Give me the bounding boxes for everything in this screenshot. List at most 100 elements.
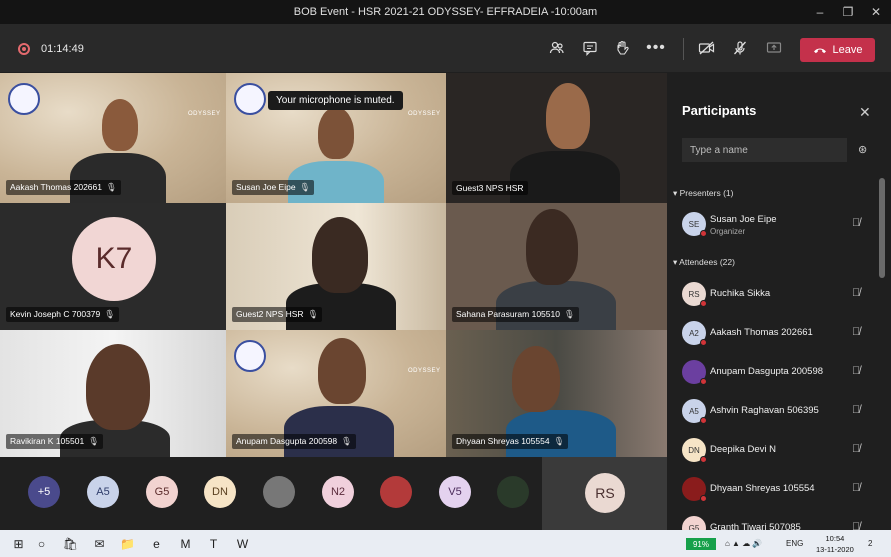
- taskbar-clock[interactable]: 10:54 13-11-2020: [816, 533, 854, 555]
- participants-button[interactable]: [545, 36, 569, 60]
- phone-hangup-icon: [813, 48, 826, 54]
- camera-toggle[interactable]: [695, 36, 719, 60]
- participant-figure: [510, 151, 620, 203]
- participant-row[interactable]: G5 Granth Tiwari 507085 🎙̸: [682, 513, 872, 530]
- tile-name-label: Susan Joe Eipe 🎙: [232, 180, 315, 195]
- teams-icon[interactable]: T: [205, 535, 222, 552]
- overflow-avatar[interactable]: DN: [204, 476, 236, 508]
- video-tile[interactable]: Sahana Parasuram 105510 🎙: [446, 203, 667, 330]
- status-busy-icon: [700, 495, 707, 502]
- participant-initials-avatar: K7: [72, 217, 156, 301]
- share-button[interactable]: [762, 36, 786, 60]
- search-options-icon[interactable]: ⊛: [858, 143, 867, 156]
- participant-face: [312, 217, 368, 293]
- participant-name: Granth Tiwari 507085: [710, 522, 801, 530]
- leave-button[interactable]: Leave: [800, 38, 875, 62]
- video-tile[interactable]: Guest2 NPS HSR 🎙: [226, 203, 446, 330]
- video-tile[interactable]: K7 Kevin Joseph C 700379 🎙: [0, 203, 226, 330]
- video-tile[interactable]: Dhyaan Shreyas 105554 🎙: [446, 330, 667, 457]
- store-icon[interactable]: 🛍: [62, 535, 79, 552]
- participant-row[interactable]: Anupam Dasgupta 200598 🎙̸: [682, 357, 872, 387]
- mcafee-icon[interactable]: M: [177, 535, 194, 552]
- overflow-avatar[interactable]: [380, 476, 412, 508]
- participant-name: Susan Joe Eipe: [710, 214, 777, 225]
- status-busy-icon: [700, 378, 707, 385]
- participant-face: [512, 346, 560, 412]
- participant-avatar: [682, 477, 707, 502]
- mic-off-icon: 🎙̸: [852, 217, 861, 229]
- overflow-avatar[interactable]: N2: [322, 476, 354, 508]
- tile-name-label: Sahana Parasuram 105510 🎙: [452, 307, 579, 322]
- participant-figure: [70, 153, 166, 203]
- tile-name-label: Kevin Joseph C 700379 🎙: [6, 307, 120, 322]
- participant-face: [86, 344, 150, 430]
- panel-close-icon[interactable]: ✕: [859, 104, 871, 121]
- overflow-avatar[interactable]: A5: [87, 476, 119, 508]
- mail-icon[interactable]: ✉: [91, 535, 108, 552]
- odyssey-watermark: ODYSSEY: [408, 368, 441, 374]
- raise-hand-button[interactable]: [610, 36, 634, 60]
- participant-row[interactable]: A5 Ashvin Raghavan 506395 🎙̸: [682, 396, 872, 426]
- mic-off-icon: 🎙̸: [852, 365, 861, 377]
- status-busy-icon: [700, 456, 707, 463]
- overflow-avatar[interactable]: V5: [439, 476, 471, 508]
- participant-avatar: [682, 360, 707, 385]
- school-logo: [234, 340, 266, 372]
- tile-name-label: Guest2 NPS HSR 🎙: [232, 307, 323, 322]
- clock-date: 13-11-2020: [816, 545, 854, 554]
- overflow-participants-strip: +5 A5 G5 DN N2 V5 RS: [0, 457, 667, 530]
- video-tile[interactable]: Guest3 NPS HSR: [446, 73, 667, 203]
- participant-name: Ashvin Raghavan 506395: [710, 405, 819, 416]
- folder-icon[interactable]: 📁: [119, 535, 136, 552]
- participant-name: Deepika Devi N: [710, 444, 776, 455]
- overflow-avatar[interactable]: G5: [146, 476, 178, 508]
- video-tile[interactable]: Ravikiran K 105501 🎙: [0, 330, 226, 457]
- participant-avatar: A2: [682, 321, 707, 346]
- close-button[interactable]: ✕: [860, 0, 891, 24]
- hand-icon: [617, 40, 629, 55]
- chat-button[interactable]: [578, 36, 602, 60]
- panel-scrollbar[interactable]: [879, 178, 885, 278]
- notification-badge[interactable]: 2: [868, 539, 872, 548]
- participant-name: Aakash Thomas 202661: [710, 327, 813, 338]
- participant-avatar: A5: [682, 399, 707, 424]
- participant-row[interactable]: SE Susan Joe Eipe Organizer 🎙̸: [682, 209, 872, 239]
- participant-face: [526, 209, 578, 285]
- start-button[interactable]: ⊞: [10, 535, 27, 552]
- tray-icons[interactable]: ⌂ ▲ ☁ 🔊: [725, 539, 762, 548]
- participant-name: Dhyaan Shreyas 105554: [710, 483, 815, 494]
- participant-figure: [284, 406, 394, 457]
- panel-title: Participants: [682, 103, 757, 118]
- leave-label: Leave: [832, 44, 863, 56]
- video-tile[interactable]: ODYSSEY Anupam Dasgupta 200598 🎙: [226, 330, 446, 457]
- meeting-toolbar: 01:14:49 ••• Leave: [0, 24, 891, 72]
- attendees-section-header[interactable]: ▾ Attendees (22): [673, 257, 735, 268]
- battery-indicator[interactable]: 91%: [686, 538, 716, 550]
- presenters-section-header[interactable]: ▾ Presenters (1): [673, 188, 734, 199]
- language-indicator[interactable]: ENG: [786, 539, 803, 548]
- overflow-avatar[interactable]: +5: [28, 476, 60, 508]
- status-busy-icon: [700, 417, 707, 424]
- mic-toggle[interactable]: [728, 36, 752, 60]
- tile-name-label: Ravikiran K 105501 🎙: [6, 434, 103, 449]
- participant-row[interactable]: RS Ruchika Sikka 🎙̸: [682, 279, 872, 309]
- word-icon[interactable]: W: [234, 535, 251, 552]
- mic-off-icon: 🎙̸: [852, 443, 861, 455]
- video-tile[interactable]: ODYSSEY Aakash Thomas 202661 🎙: [0, 73, 226, 203]
- overflow-avatar[interactable]: [263, 476, 295, 508]
- school-logo: [234, 83, 266, 115]
- windows-taskbar: ⊞ ○ 🛍 ✉ 📁 e M T W 91% ⌂ ▲ ☁ 🔊 ENG 10:54 …: [0, 530, 891, 557]
- self-video-tile[interactable]: RS: [542, 457, 667, 530]
- participant-search-input[interactable]: [682, 138, 847, 162]
- status-busy-icon: [700, 339, 707, 346]
- mic-muted-toast: Your microphone is muted.: [268, 91, 403, 110]
- participant-row[interactable]: Dhyaan Shreyas 105554 🎙̸: [682, 474, 872, 504]
- window-title: BOB Event - HSR 2021-21 ODYSSEY- EFFRADE…: [293, 6, 598, 18]
- participant-row[interactable]: DN Deepika Devi N 🎙̸: [682, 435, 872, 465]
- search-icon[interactable]: ○: [33, 535, 50, 552]
- edge-icon[interactable]: e: [148, 535, 165, 552]
- more-options-button[interactable]: •••: [644, 36, 668, 60]
- overflow-avatar[interactable]: [497, 476, 529, 508]
- participant-row[interactable]: A2 Aakash Thomas 202661 🎙̸: [682, 318, 872, 348]
- participant-face: [546, 83, 590, 149]
